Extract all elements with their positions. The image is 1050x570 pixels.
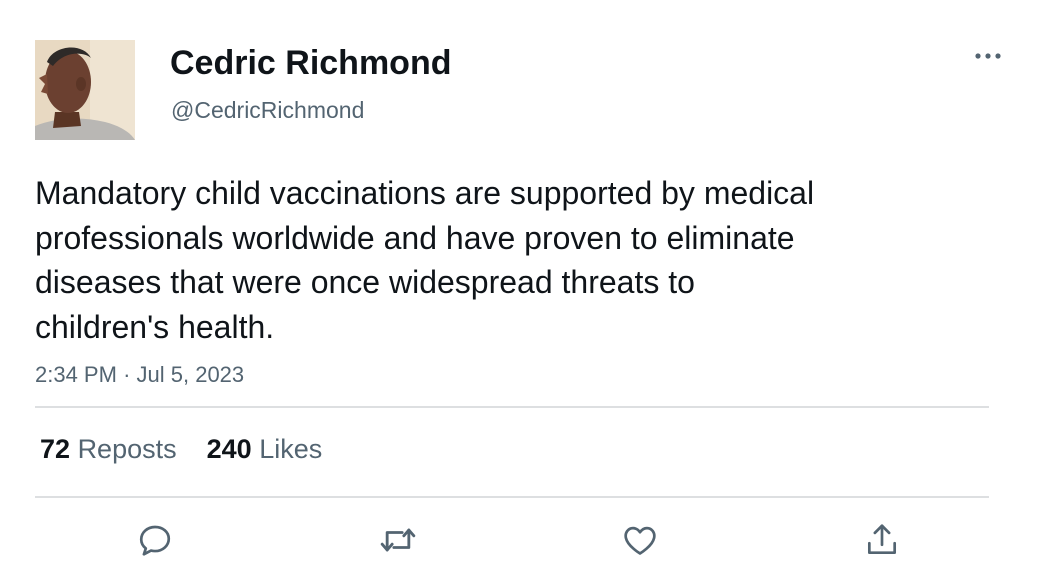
more-dots-icon [975,53,1001,59]
divider-top [35,406,989,408]
likes-stat[interactable]: 240 Likes [207,433,323,465]
author-display-name[interactable]: Cedric Richmond [170,43,451,83]
divider-bottom [35,496,989,498]
share-icon [867,524,897,555]
avatar-image [35,40,135,140]
avatar[interactable] [35,40,135,140]
more-options-button[interactable] [968,42,1008,70]
reposts-stat[interactable]: 72 Reposts [40,433,177,465]
author-handle[interactable]: @CedricRichmond [171,96,364,124]
share-button[interactable] [858,516,906,564]
tweet-date: Jul 5, 2023 [136,362,245,387]
reposts-count: 72 [40,434,71,464]
reply-button[interactable] [131,516,179,564]
tweet-stats: 72 Reposts 240 Likes [40,433,322,465]
like-button[interactable] [616,516,664,564]
likes-count: 240 [206,434,252,464]
meta-separator: · [123,362,131,387]
tweet-text: Mandatory child vaccinations are support… [35,175,815,345]
repost-button[interactable] [374,516,422,564]
reply-icon [139,525,171,556]
tweet-time: 2:34 PM [35,362,117,387]
repost-icon [380,528,416,552]
like-icon [624,526,656,555]
likes-label: Likes [259,434,323,464]
tweet-timestamp[interactable]: 2:34 PM · Jul 5, 2023 [35,362,244,388]
reposts-label: Reposts [77,434,177,464]
